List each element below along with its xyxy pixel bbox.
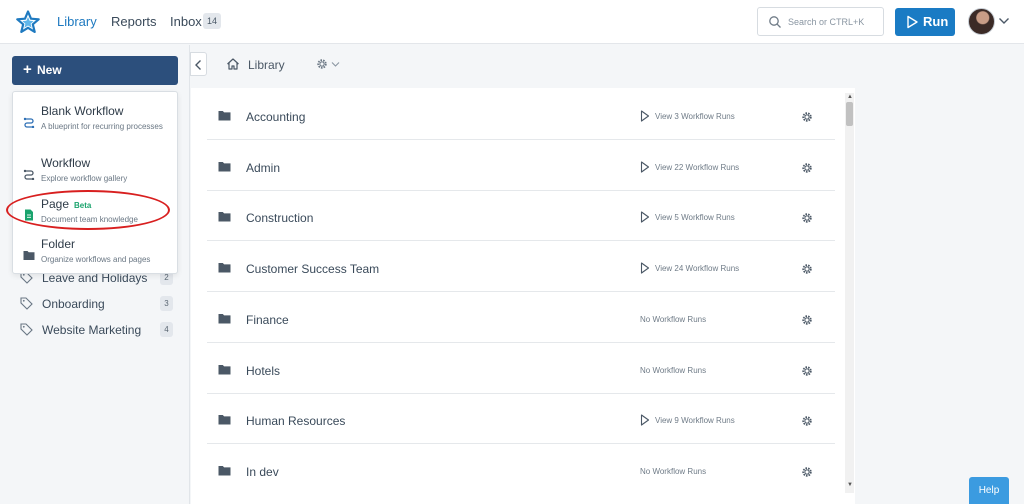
- scroll-down-arrow-icon[interactable]: ▼: [847, 482, 853, 488]
- new-button[interactable]: + New: [12, 56, 178, 85]
- gear-icon[interactable]: [801, 111, 813, 123]
- home-icon[interactable]: [226, 57, 240, 71]
- tag-count-badge: 3: [160, 296, 173, 311]
- chevron-down-icon[interactable]: [998, 16, 1010, 26]
- chevron-left-icon: [195, 60, 201, 70]
- chevron-down-icon[interactable]: [331, 61, 340, 68]
- workflow-runs-label: View 22 Workflow Runs: [655, 163, 740, 172]
- folder-row-construction[interactable]: Construction View 5 Workflow Runs: [207, 191, 835, 241]
- scrollbar[interactable]: ▲ ▼: [845, 93, 854, 493]
- folder-name: Customer Success Team: [246, 262, 380, 276]
- folder-name: Human Resources: [246, 414, 346, 428]
- play-icon: [907, 15, 918, 29]
- avatar[interactable]: [968, 8, 995, 35]
- folder-icon: [218, 212, 231, 222]
- search-input[interactable]: Search or CTRL+K: [757, 7, 884, 36]
- folder-row-human-resources[interactable]: Human Resources View 9 Workflow Runs: [207, 394, 835, 444]
- workflow-icon: [23, 169, 35, 180]
- tag-item-website-marketing[interactable]: Website Marketing 4: [20, 321, 175, 339]
- folder-list: Accounting View 3 Workflow Runs Admin Vi…: [191, 88, 855, 504]
- workflow-runs-label: View 9 Workflow Runs: [655, 416, 735, 425]
- star-logo-icon[interactable]: [16, 10, 40, 34]
- menu-item-workflow[interactable]: Workflow Explore workflow gallery: [13, 154, 179, 194]
- folder-row-customer-success-team[interactable]: Customer Success Team View 24 Workflow R…: [207, 242, 835, 292]
- gear-icon[interactable]: [801, 162, 813, 174]
- gear-icon[interactable]: [801, 263, 813, 275]
- menu-item-description: Explore workflow gallery: [41, 174, 128, 183]
- gear-icon[interactable]: [316, 58, 328, 70]
- folder-icon: [218, 415, 231, 425]
- folder-name: Construction: [246, 211, 314, 225]
- workflow-runs-label: No Workflow Runs: [640, 366, 707, 375]
- search-icon: [769, 16, 781, 28]
- play-icon: [640, 110, 650, 122]
- workflow-runs-label: No Workflow Runs: [640, 467, 707, 476]
- nav-inbox[interactable]: Inbox: [170, 14, 202, 29]
- run-label: Run: [923, 14, 949, 29]
- menu-item-description: Organize workflows and pages: [41, 255, 151, 264]
- play-icon: [640, 414, 650, 426]
- inbox-count-badge: 14: [203, 13, 222, 29]
- folder-row-finance[interactable]: Finance No Workflow Runs: [207, 293, 835, 343]
- folder-row-hotels[interactable]: Hotels No Workflow Runs: [207, 344, 835, 394]
- top-bar: Library Reports Inbox 14 Search or CTRL+…: [0, 0, 1024, 44]
- folder-name: In dev: [246, 465, 279, 479]
- help-button[interactable]: Help: [969, 477, 1009, 504]
- search-placeholder: Search or CTRL+K: [788, 17, 865, 27]
- plus-icon: +: [23, 61, 32, 78]
- folder-name: Finance: [246, 313, 289, 327]
- workflow-runs-label: View 24 Workflow Runs: [655, 264, 740, 273]
- nav-library[interactable]: Library: [57, 14, 97, 29]
- folder-icon: [218, 111, 231, 121]
- folder-icon: [218, 314, 231, 324]
- gear-icon[interactable]: [801, 314, 813, 326]
- folder-icon: [218, 466, 231, 476]
- collapse-sidebar-button[interactable]: [190, 52, 207, 76]
- tag-icon: [20, 297, 33, 310]
- folder-icon: [218, 263, 231, 273]
- new-label: New: [37, 63, 62, 77]
- menu-item-description: A blueprint for recurring processes: [41, 122, 163, 131]
- breadcrumb[interactable]: Library: [248, 58, 285, 72]
- workflow-runs-label: No Workflow Runs: [640, 315, 707, 324]
- tag-label: Website Marketing: [42, 323, 142, 337]
- menu-item-folder[interactable]: Folder Organize workflows and pages: [13, 235, 179, 275]
- tag-icon: [20, 323, 33, 336]
- tag-count-badge: 4: [160, 322, 173, 337]
- menu-item-title: Folder: [41, 237, 76, 251]
- folder-icon: [23, 251, 35, 260]
- folder-name: Hotels: [246, 364, 281, 378]
- run-button[interactable]: Run: [895, 8, 955, 36]
- menu-item-title: Workflow: [41, 156, 91, 170]
- workflow-runs-label: View 5 Workflow Runs: [655, 213, 735, 222]
- folder-icon: [218, 162, 231, 172]
- gear-icon[interactable]: [801, 415, 813, 427]
- menu-item-blank-workflow[interactable]: Blank Workflow A blueprint for recurring…: [13, 102, 179, 142]
- tag-label: Onboarding: [42, 297, 105, 311]
- folder-row-in-dev[interactable]: In dev No Workflow Runs: [207, 445, 835, 495]
- gear-icon[interactable]: [801, 365, 813, 377]
- play-icon: [640, 262, 650, 274]
- play-icon: [640, 161, 650, 173]
- nav-reports[interactable]: Reports: [111, 14, 157, 29]
- gear-icon[interactable]: [801, 466, 813, 478]
- tag-item-onboarding[interactable]: Onboarding 3: [20, 295, 175, 313]
- folder-name: Admin: [246, 161, 281, 175]
- workflow-icon: [23, 117, 35, 128]
- folder-name: Accounting: [246, 110, 306, 124]
- folder-icon: [218, 365, 231, 375]
- scroll-thumb[interactable]: [846, 102, 853, 126]
- play-icon: [640, 211, 650, 223]
- folder-row-accounting[interactable]: Accounting View 3 Workflow Runs: [207, 90, 835, 140]
- scroll-up-arrow-icon[interactable]: ▲: [847, 94, 853, 100]
- folder-row-admin[interactable]: Admin View 22 Workflow Runs: [207, 141, 835, 191]
- highlight-annotation: [6, 190, 170, 230]
- menu-item-title: Blank Workflow: [41, 104, 124, 118]
- new-dropdown-menu: Blank Workflow A blueprint for recurring…: [12, 91, 178, 274]
- gear-icon[interactable]: [801, 212, 813, 224]
- workflow-runs-label: View 3 Workflow Runs: [655, 112, 735, 121]
